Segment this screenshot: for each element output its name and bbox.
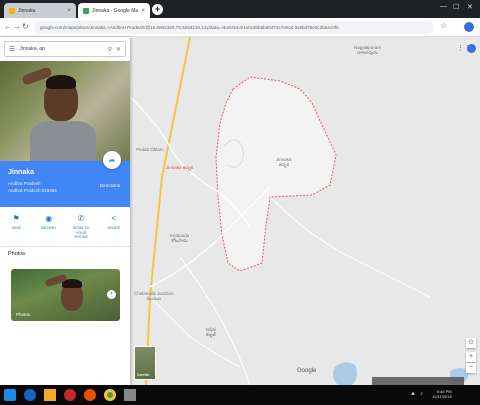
send-to-phone-button[interactable]: ✆ SEND TO YOUR PHONE <box>69 214 93 246</box>
file-explorer-icon[interactable] <box>44 389 56 401</box>
tab-label: Jinnaka - Google Ma <box>92 7 139 14</box>
nearby-icon: ◉ <box>45 214 53 223</box>
place-hero-photo[interactable] <box>0 61 130 161</box>
village-boundary <box>215 76 337 272</box>
map-label-nagalapuram[interactable]: Nagalapuram నాగలాపురం <box>354 45 381 55</box>
chevron-right-icon[interactable]: › <box>107 290 116 299</box>
close-window-button[interactable]: ✕ <box>467 3 473 11</box>
reload-icon[interactable]: ↻ <box>22 22 29 31</box>
tab-google-maps[interactable]: Jinnaka - Google Ma × <box>78 3 150 18</box>
share-button[interactable]: < SHARE <box>102 214 126 246</box>
action-label: NEARBY <box>40 226 57 230</box>
search-icon[interactable]: ⚲ <box>108 46 112 53</box>
map-label-pedda-oblam[interactable]: Pedda Oblam <box>136 147 164 152</box>
url-field[interactable]: google.com/maps/place/Jinnaka,+Andhra+Pr… <box>34 21 434 34</box>
map-label-jinnaka-marker[interactable]: Jinnaka జిన్నక <box>166 165 193 170</box>
map-label-jinnaka[interactable]: Jinnaka జిన్నక <box>276 157 292 167</box>
highway-road <box>145 37 191 385</box>
water-body <box>333 362 357 385</box>
close-icon[interactable]: ✕ <box>116 46 121 53</box>
network-icon[interactable]: ▲ <box>410 391 416 397</box>
action-label: SAVE <box>11 226 22 230</box>
map-canvas[interactable]: Nagalapuram నాగలాపురం Jinnaka జిన్నక Jin… <box>130 37 480 385</box>
directions-label[interactable]: Directions <box>100 183 120 188</box>
clock[interactable]: 6:46 PM 10/11/2018 <box>432 389 452 399</box>
place-info-header: ➦ Jinnaka Andhra Pradesh Andhra Pradesh … <box>0 151 130 207</box>
search-input[interactable]: Jinnaka, ap <box>19 46 103 52</box>
layers-toggle-button[interactable]: Satellite <box>134 346 156 380</box>
phone-icon: ✆ <box>77 214 85 223</box>
volume-icon[interactable]: ♪ <box>420 391 423 397</box>
place-side-panel: ☰ Jinnaka, ap ⚲ ✕ ➦ Jinnaka Andhra Prade… <box>0 37 130 385</box>
share-icon: < <box>111 214 117 223</box>
photo-card[interactable]: Photos › <box>11 269 120 321</box>
search-box[interactable]: ☰ Jinnaka, ap ⚲ ✕ <box>4 41 126 57</box>
address-bar: ← → ↻ google.com/maps/place/Jinnaka,+And… <box>0 18 480 37</box>
new-tab-button[interactable]: + <box>152 4 163 15</box>
photo-shirt <box>30 121 96 161</box>
map-label-biljal[interactable]: Biljal బిల్జల్ <box>206 327 216 337</box>
place-actions: ⚑ SAVE ◉ NEARBY ✆ SEND TO YOUR PHONE < S… <box>0 207 130 247</box>
tab-favicon <box>9 7 15 14</box>
photo-caption: Photos <box>16 312 31 317</box>
firefox-icon[interactable] <box>84 389 96 401</box>
place-name: Jinnaka <box>8 169 35 176</box>
edge-browser-icon[interactable] <box>24 389 36 401</box>
nearby-button[interactable]: ◉ NEARBY <box>37 214 61 246</box>
zoom-out-button[interactable]: − <box>466 363 476 373</box>
clock-date: 10/11/2018 <box>432 394 452 399</box>
maximize-button[interactable]: ☐ <box>453 3 459 11</box>
tab-jinnaka[interactable]: Jinnaka × <box>4 3 76 18</box>
action-label: SHARE <box>107 226 121 230</box>
local-road <box>149 296 241 368</box>
save-button[interactable]: ⚑ SAVE <box>4 214 28 246</box>
map-profile-avatar[interactable] <box>467 44 476 53</box>
menu-icon[interactable]: ☰ <box>9 45 15 53</box>
map-label-kotapadu[interactable]: Kotapadu కోటపాడు <box>170 233 189 243</box>
place-type: Andhra Pradesh <box>8 181 41 186</box>
media-player-icon[interactable] <box>64 389 76 401</box>
forward-icon[interactable]: → <box>13 22 21 31</box>
map-label-chelamala[interactable]: Chelamala Junction చెలమల <box>134 291 174 301</box>
close-tab-icon[interactable]: × <box>67 8 71 14</box>
map-footer-bar <box>372 377 464 385</box>
photo-hair <box>46 75 76 89</box>
bookmark-icon: ⚑ <box>12 214 20 223</box>
local-road <box>269 196 431 298</box>
local-road <box>179 256 251 385</box>
google-logo: Google <box>297 368 317 374</box>
photos-heading: Photos <box>8 251 26 257</box>
layers-label: Satellite <box>137 373 150 377</box>
chrome-icon[interactable] <box>104 389 116 401</box>
locate-button[interactable]: ⊙ <box>466 338 476 348</box>
close-tab-icon[interactable]: × <box>141 8 145 14</box>
action-label: SEND TO YOUR PHONE <box>72 226 90 239</box>
app-icon[interactable] <box>124 389 136 401</box>
profile-avatar[interactable] <box>464 22 474 32</box>
place-subtitle: Andhra Pradesh 518466 <box>8 188 57 193</box>
directions-icon[interactable]: ➦ <box>103 151 121 169</box>
maps-favicon-icon <box>83 7 89 14</box>
windows-start-icon[interactable] <box>4 389 16 401</box>
map-svg <box>130 37 469 385</box>
back-icon[interactable]: ← <box>4 22 12 31</box>
bookmark-star-icon[interactable]: ☆ <box>440 21 447 30</box>
minimize-button[interactable]: — <box>440 3 447 10</box>
browser-tab-bar: Jinnaka × Jinnaka - Google Ma × + — ☐ ✕ <box>0 0 480 18</box>
tab-label: Jinnaka <box>18 7 36 14</box>
windows-taskbar: ▲ ♪ 6:46 PM 10/11/2018 <box>0 385 480 405</box>
zoom-in-button[interactable]: + <box>466 352 476 362</box>
